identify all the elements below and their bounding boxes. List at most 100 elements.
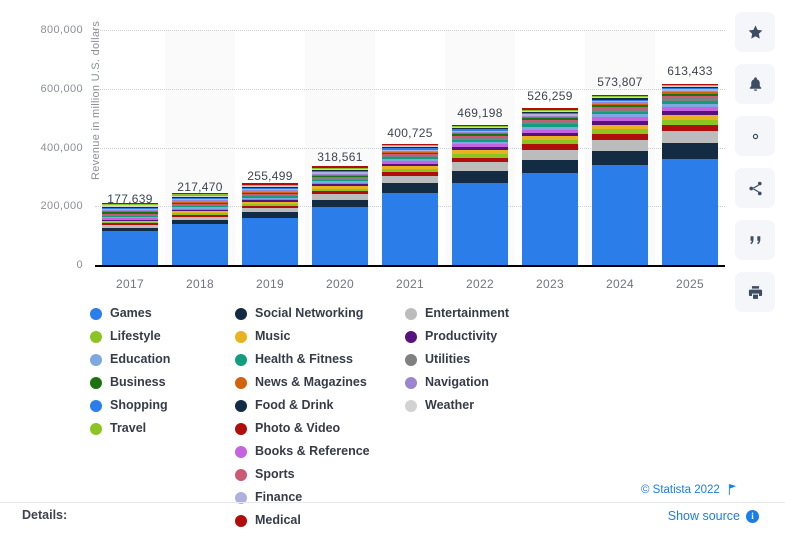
- legend-item-books-reference[interactable]: Books & Reference: [235, 440, 405, 463]
- bar-2021[interactable]: [382, 147, 438, 265]
- legend-swatch-icon: [235, 515, 247, 527]
- info-icon: i: [746, 510, 759, 523]
- legend-swatch-icon: [235, 469, 247, 481]
- y-tick-label: 600,000: [0, 83, 83, 95]
- gridline: [95, 30, 725, 31]
- legend-swatch-icon: [90, 423, 102, 435]
- legend-label: Health & Fitness: [255, 348, 353, 371]
- star-icon: [747, 24, 764, 41]
- cite-button[interactable]: [735, 220, 775, 260]
- legend-label: Lifestyle: [110, 325, 161, 348]
- share-button[interactable]: [735, 168, 775, 208]
- legend-swatch-icon: [235, 308, 247, 320]
- legend-swatch-icon: [90, 308, 102, 320]
- legend-label: Navigation: [425, 371, 489, 394]
- legend-item-utilities[interactable]: Utilities: [405, 348, 575, 371]
- bar-segment: [592, 140, 648, 151]
- favorite-button[interactable]: [735, 12, 775, 52]
- bell-icon: [747, 76, 764, 93]
- legend-item-productivity[interactable]: Productivity: [405, 325, 575, 348]
- quote-icon: [747, 232, 764, 249]
- settings-button[interactable]: [735, 116, 775, 156]
- copyright-text: © Statista 2022: [641, 484, 720, 496]
- y-tick-label: 400,000: [0, 142, 83, 154]
- legend-label: Music: [255, 325, 290, 348]
- plot-region: 800,000600,000400,000200,0000 Revenue in…: [95, 30, 725, 265]
- legend-swatch-icon: [235, 331, 247, 343]
- legend-label: Entertainment: [425, 302, 509, 325]
- legend-label: Sports: [255, 463, 295, 486]
- legend-label: News & Magazines: [255, 371, 367, 394]
- legend-label: Food & Drink: [255, 394, 333, 417]
- legend-item-entertainment[interactable]: Entertainment: [405, 302, 575, 325]
- bar-2023[interactable]: [522, 110, 578, 265]
- legend-column: GamesLifestyleEducationBusinessShoppingT…: [90, 302, 235, 440]
- bar-segment: [382, 183, 438, 193]
- bar-segment: [592, 165, 648, 265]
- gear-icon: [747, 128, 764, 145]
- bar-segment: [382, 193, 438, 265]
- legend-swatch-icon: [405, 331, 417, 343]
- bar-segment: [522, 173, 578, 265]
- legend-item-travel[interactable]: Travel: [90, 417, 235, 440]
- bar-segment: [522, 160, 578, 173]
- legend-label: Games: [110, 302, 152, 325]
- bar-2017[interactable]: [102, 213, 158, 265]
- legend-label: Finance: [255, 486, 302, 509]
- legend-item-education[interactable]: Education: [90, 348, 235, 371]
- bar-segment: [102, 231, 158, 265]
- bar-2018[interactable]: [172, 201, 228, 265]
- legend-item-games[interactable]: Games: [90, 302, 235, 325]
- bar-2025[interactable]: [662, 85, 718, 265]
- legend-item-photo-video[interactable]: Photo & Video: [235, 417, 405, 440]
- bar-value-label: 613,433: [630, 64, 750, 78]
- bar-stack: [242, 183, 298, 265]
- y-tick-label: 800,000: [0, 24, 83, 36]
- bar-segment: [172, 224, 228, 265]
- legend-item-medical[interactable]: Medical: [235, 509, 405, 532]
- share-icon: [747, 180, 764, 197]
- legend-item-sports[interactable]: Sports: [235, 463, 405, 486]
- legend-item-social-networking[interactable]: Social Networking: [235, 302, 405, 325]
- bar-2020[interactable]: [312, 171, 368, 265]
- x-axis-line: [95, 265, 725, 267]
- show-source-label: Show source: [668, 509, 740, 523]
- y-axis-title: Revenue in million U.S. dollars: [90, 0, 102, 180]
- legend-label: Business: [110, 371, 166, 394]
- legend-item-music[interactable]: Music: [235, 325, 405, 348]
- alert-button[interactable]: [735, 64, 775, 104]
- bar-segment: [452, 171, 508, 183]
- bar-segment: [452, 162, 508, 171]
- legend-label: Photo & Video: [255, 417, 340, 440]
- legend-item-weather[interactable]: Weather: [405, 394, 575, 417]
- bar-2024[interactable]: [592, 96, 648, 265]
- legend-item-shopping[interactable]: Shopping: [90, 394, 235, 417]
- bar-segment: [382, 176, 438, 183]
- bar-stack: [522, 108, 578, 265]
- bar-2022[interactable]: [452, 127, 508, 265]
- bar-2019[interactable]: [242, 190, 298, 265]
- printer-icon: [747, 284, 764, 301]
- legend-item-news-magazines[interactable]: News & Magazines: [235, 371, 405, 394]
- legend-item-health-fitness[interactable]: Health & Fitness: [235, 348, 405, 371]
- y-tick-label: 0: [0, 259, 83, 271]
- legend-swatch-icon: [235, 377, 247, 389]
- copyright[interactable]: © Statista 2022: [641, 484, 737, 498]
- legend-swatch-icon: [405, 400, 417, 412]
- legend-item-lifestyle[interactable]: Lifestyle: [90, 325, 235, 348]
- legend-item-finance[interactable]: Finance: [235, 486, 405, 509]
- legend-item-food-drink[interactable]: Food & Drink: [235, 394, 405, 417]
- legend-swatch-icon: [90, 400, 102, 412]
- legend-swatch-icon: [235, 446, 247, 458]
- legend-swatch-icon: [405, 308, 417, 320]
- show-source-button[interactable]: Show source i: [668, 509, 759, 523]
- bar-segment: [522, 150, 578, 160]
- details-label: Details:: [22, 508, 67, 522]
- bar-segment: [242, 218, 298, 265]
- legend-item-navigation[interactable]: Navigation: [405, 371, 575, 394]
- legend-item-business[interactable]: Business: [90, 371, 235, 394]
- bar-stack: [102, 203, 158, 265]
- print-button[interactable]: [735, 272, 775, 312]
- legend-swatch-icon: [235, 423, 247, 435]
- bar-stack: [172, 193, 228, 265]
